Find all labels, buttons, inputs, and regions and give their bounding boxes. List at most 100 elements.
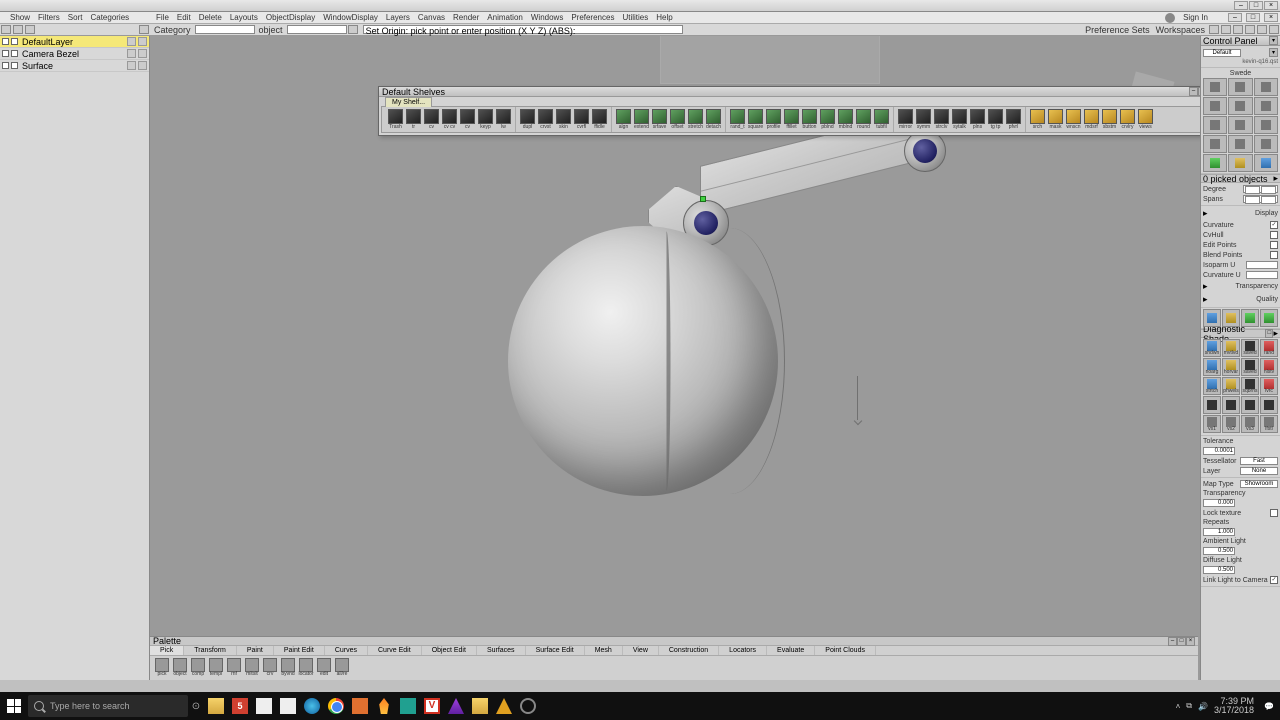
shelf-tool[interactable]: cv bbox=[423, 109, 440, 130]
shelf-tool[interactable]: button bbox=[801, 109, 818, 130]
palette-tab[interactable]: Pick bbox=[150, 646, 184, 655]
tray-chevron-icon[interactable]: ˄ bbox=[1176, 702, 1181, 711]
shelf-tool[interactable]: Trash bbox=[387, 109, 404, 130]
transform-cell[interactable] bbox=[1203, 116, 1227, 134]
transparency-label[interactable]: Transparency bbox=[1235, 283, 1278, 290]
tb-app3[interactable] bbox=[276, 692, 300, 720]
shelf-tool[interactable]: crvlry bbox=[1119, 109, 1136, 130]
shelf-tool[interactable]: keyp bbox=[477, 109, 494, 130]
editpts-checkbox[interactable] bbox=[1270, 241, 1278, 249]
tb-folder[interactable] bbox=[204, 692, 228, 720]
objlister-close[interactable] bbox=[25, 25, 35, 34]
shade-swatch[interactable]: saved bbox=[1241, 339, 1259, 357]
transform-cell[interactable] bbox=[1228, 78, 1252, 96]
tb-app9[interactable] bbox=[468, 692, 492, 720]
shade-swatch[interactable]: strtch bbox=[1203, 377, 1221, 395]
menu-preferences[interactable]: Preferences bbox=[567, 13, 618, 22]
objlister-opt[interactable] bbox=[139, 25, 149, 34]
palette-tool[interactable]: rnf bbox=[226, 658, 242, 678]
layer-opt2[interactable] bbox=[138, 49, 147, 58]
menu-layers[interactable]: Layers bbox=[382, 13, 414, 22]
shade-swatch[interactable] bbox=[1222, 396, 1240, 414]
shelf-tab[interactable]: My Shelf... bbox=[385, 97, 432, 107]
shelf-tool[interactable]: ffillet bbox=[783, 109, 800, 130]
palette-tab[interactable]: Object Edit bbox=[422, 646, 477, 655]
taskbar-search[interactable]: Type here to search bbox=[28, 695, 188, 717]
palette-min[interactable]: – bbox=[1168, 637, 1177, 646]
transform-cell[interactable] bbox=[1228, 154, 1252, 172]
palette-tool[interactable]: object bbox=[172, 658, 188, 678]
transform-cell[interactable] bbox=[1228, 116, 1252, 134]
transform-cell[interactable] bbox=[1203, 97, 1227, 115]
shade-swatch[interactable]: noarg bbox=[1203, 358, 1221, 376]
menu-canvas[interactable]: Canvas bbox=[414, 13, 449, 22]
mic-icon[interactable]: ⊙ bbox=[188, 701, 204, 712]
objlister-mini[interactable] bbox=[1, 25, 11, 34]
shelf-tool[interactable]: cvrfl bbox=[573, 109, 590, 130]
tb-app4[interactable] bbox=[348, 692, 372, 720]
shade-swatch[interactable]: mvtlvd bbox=[1222, 339, 1240, 357]
shelf-tool[interactable]: sytalk bbox=[951, 109, 968, 130]
transform-cell[interactable] bbox=[1254, 154, 1278, 172]
layer-opt[interactable] bbox=[127, 49, 136, 58]
tb-edge[interactable] bbox=[300, 692, 324, 720]
shade-swatch[interactable]: vs1 bbox=[1203, 415, 1221, 433]
shelf-tool[interactable]: ffidle bbox=[591, 109, 608, 130]
palette-tab[interactable]: Paint Edit bbox=[274, 646, 325, 655]
palette-tool[interactable]: mltslt bbox=[244, 658, 260, 678]
transform-cell[interactable] bbox=[1254, 97, 1278, 115]
object-field[interactable] bbox=[287, 25, 347, 34]
shade-swatch[interactable]: horvar bbox=[1222, 358, 1240, 376]
palette-tab[interactable]: Mesh bbox=[585, 646, 623, 655]
shelf-tool[interactable]: pblnd bbox=[819, 109, 836, 130]
tess-select[interactable]: Fast bbox=[1240, 457, 1278, 465]
palette-tool[interactable]: all/re bbox=[334, 658, 350, 678]
tb-app7[interactable]: V bbox=[420, 692, 444, 720]
degree-field[interactable] bbox=[1243, 185, 1278, 193]
shelf-tool[interactable]: cv bbox=[459, 109, 476, 130]
linklight-checkbox[interactable] bbox=[1270, 576, 1278, 584]
shelf-tool[interactable]: wnscn bbox=[1065, 109, 1082, 130]
tb-app10[interactable] bbox=[492, 692, 516, 720]
menu-file[interactable]: File bbox=[152, 13, 173, 22]
menu-windows[interactable]: Windows bbox=[527, 13, 567, 22]
palette-tab[interactable]: Construction bbox=[659, 646, 719, 655]
palette-max[interactable]: □ bbox=[1177, 637, 1186, 646]
layer-select[interactable]: None bbox=[1240, 467, 1278, 475]
shelf-tool[interactable]: mirror bbox=[897, 109, 914, 130]
preset-select[interactable]: Default bbox=[1203, 49, 1241, 57]
palette-tab[interactable]: Curves bbox=[325, 646, 368, 655]
diffuse-field[interactable]: 0.500 bbox=[1203, 566, 1235, 574]
panel-menu-categories[interactable]: Categories bbox=[86, 13, 133, 22]
minimize-button[interactable]: – bbox=[1234, 1, 1248, 10]
menu-utilities[interactable]: Utilities bbox=[618, 13, 652, 22]
sec-btn-3[interactable] bbox=[1233, 25, 1243, 34]
palette-tool[interactable]: pick bbox=[154, 658, 170, 678]
shelf-tool[interactable]: mdsrf bbox=[1083, 109, 1100, 130]
transform-cell[interactable] bbox=[1228, 135, 1252, 153]
menu-objectdisplay[interactable]: ObjectDisplay bbox=[262, 13, 319, 22]
transform-cell[interactable] bbox=[1254, 135, 1278, 153]
sec-btn-1[interactable] bbox=[1209, 25, 1219, 34]
shelf-tool[interactable]: algn bbox=[615, 109, 632, 130]
menu-animation[interactable]: Animation bbox=[483, 13, 527, 22]
layer-lock-checkbox[interactable] bbox=[11, 62, 18, 69]
palette-tool[interactable]: byvnd bbox=[280, 658, 296, 678]
menu-windowdisplay[interactable]: WindowDisplay bbox=[319, 13, 382, 22]
shelf-tool[interactable]: dupl bbox=[519, 109, 536, 130]
layer-vis-checkbox[interactable] bbox=[2, 38, 9, 45]
shelf-tool[interactable]: pfvrl bbox=[1005, 109, 1022, 130]
tb-app1[interactable]: 5 bbox=[228, 692, 252, 720]
menu-layouts[interactable]: Layouts bbox=[226, 13, 262, 22]
blendpts-checkbox[interactable] bbox=[1270, 251, 1278, 259]
layer-vis-checkbox[interactable] bbox=[2, 62, 9, 69]
locktex-checkbox[interactable] bbox=[1270, 509, 1278, 517]
tb-app5[interactable] bbox=[372, 692, 396, 720]
maximize-button[interactable]: □ bbox=[1249, 1, 1263, 10]
curvatureU-field[interactable] bbox=[1246, 271, 1278, 279]
close-button[interactable]: × bbox=[1264, 1, 1278, 10]
sec-btn-2[interactable] bbox=[1221, 25, 1231, 34]
tb-app11[interactable] bbox=[516, 692, 540, 720]
menu-edit[interactable]: Edit bbox=[173, 13, 195, 22]
shade-swatch[interactable] bbox=[1260, 396, 1278, 414]
